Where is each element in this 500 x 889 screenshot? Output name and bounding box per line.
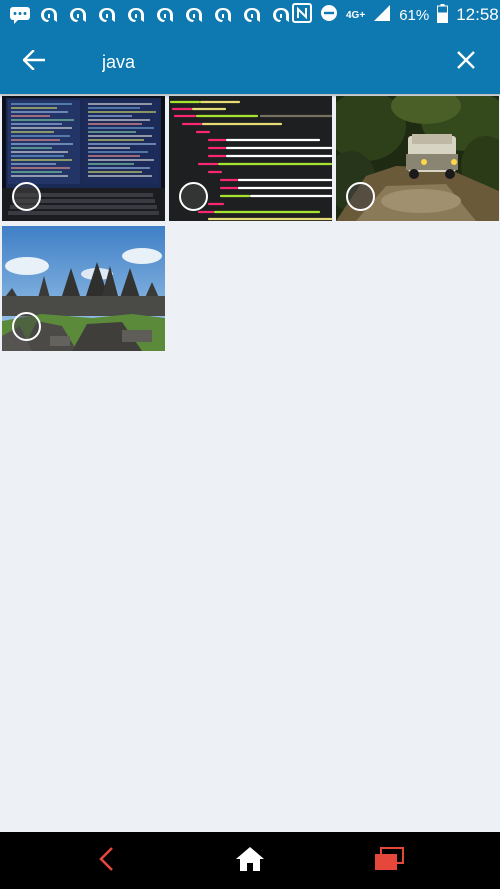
select-circle[interactable] (179, 182, 208, 211)
search-app-bar (0, 30, 500, 94)
notification-icon (154, 5, 176, 25)
battery-icon (437, 3, 449, 27)
notification-icon (125, 5, 147, 25)
select-circle[interactable] (12, 182, 41, 211)
laptop-code-photo[interactable] (2, 96, 165, 221)
nfc-icon (292, 3, 312, 27)
battery-percent: 61% (399, 6, 430, 24)
system-status: 4G+ 61% 12:58 (292, 3, 499, 27)
html-code-photo[interactable] (169, 96, 332, 221)
network-type: 4G+ (346, 9, 366, 21)
notification-icon (96, 5, 118, 25)
close-icon (457, 50, 475, 74)
search-input[interactable] (96, 44, 416, 80)
message-icon (9, 5, 31, 25)
temple-ruins-photo[interactable] (2, 226, 165, 351)
clear-search-button[interactable] (448, 44, 484, 80)
notification-icon (183, 5, 205, 25)
select-circle[interactable] (12, 312, 41, 341)
nav-home-button[interactable] (230, 844, 270, 878)
nav-recents-button[interactable] (369, 844, 409, 878)
notification-icon (212, 5, 234, 25)
back-button[interactable] (16, 44, 52, 80)
notification-icon (270, 5, 292, 25)
notification-icons (9, 5, 292, 25)
do-not-disturb-icon (320, 4, 338, 26)
arrow-left-icon (22, 48, 46, 75)
notification-icon (241, 5, 263, 25)
notification-icon (38, 5, 60, 25)
notification-icon (67, 5, 89, 25)
nav-back-button[interactable] (86, 844, 126, 878)
nav-home-icon (235, 846, 265, 877)
select-circle[interactable] (346, 182, 375, 211)
navigation-bar (0, 832, 500, 889)
clock: 12:58 (456, 5, 499, 24)
signal-icon (373, 4, 391, 26)
nav-back-icon (98, 846, 114, 877)
nav-recents-icon (374, 846, 404, 876)
status-bar: 4G+ 61% 12:58 (0, 0, 500, 30)
jungle-jeep-photo[interactable] (336, 96, 499, 221)
